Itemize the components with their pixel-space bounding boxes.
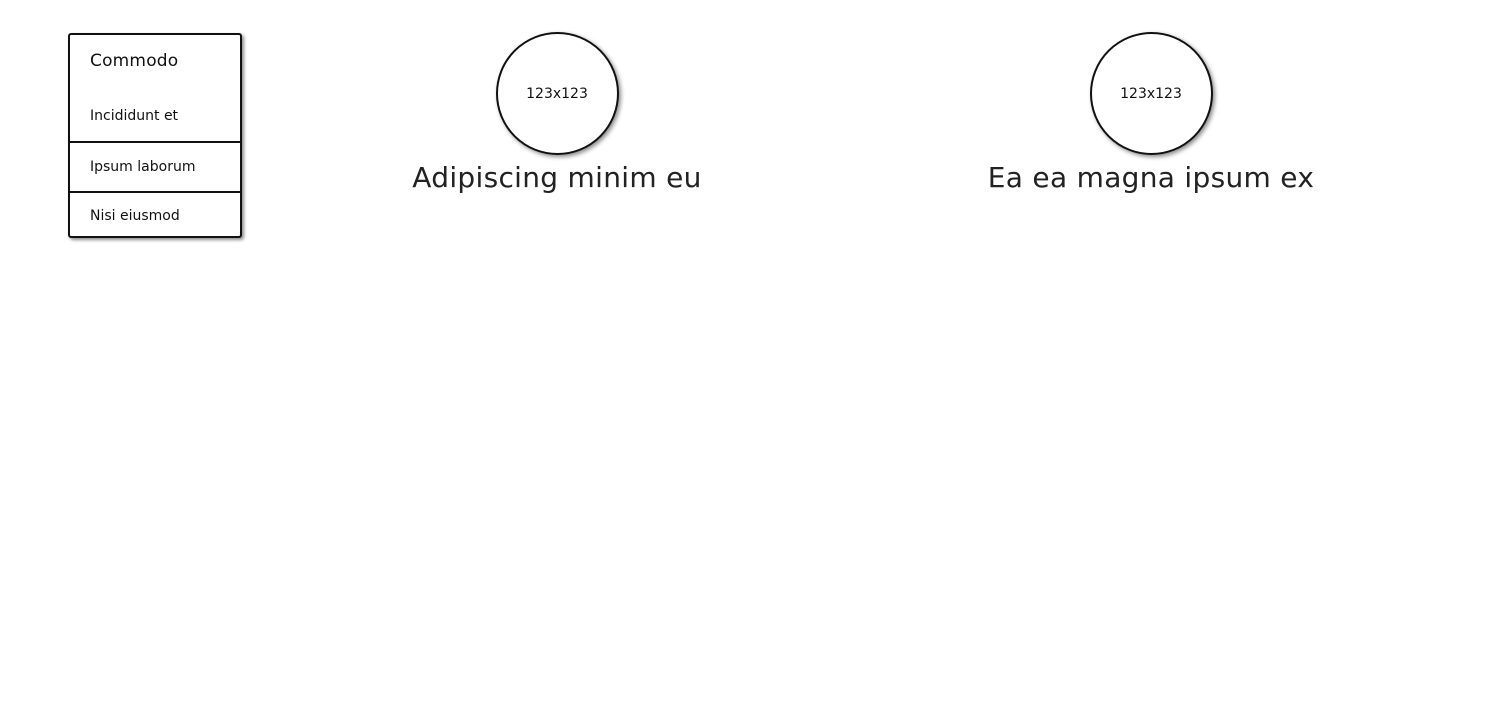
avatar: 123x123 [1089,32,1213,155]
profile-name: Ea ea magna ipsum ex [987,161,1315,194]
menu-title: Commodo [90,51,179,71]
avatar-placeholder-label: 123x123 [1120,85,1182,102]
avatar-placeholder-label: 123x123 [526,85,588,102]
menu-item-nisi-eiusmod[interactable]: Nisi eiusmod [70,191,240,238]
menu-item-ipsum-laborum[interactable]: Ipsum laborum [70,141,240,191]
menu-card: Commodo Incididunt et Ipsum laborum Nisi… [68,33,242,238]
profile-card-1: 123x123 Adipiscing minim eu [377,32,737,194]
profile-card-2: 123x123 Ea ea magna ipsum ex [971,32,1331,194]
menu-item-incididunt-et[interactable]: Incididunt et [70,91,240,141]
profile-name: Adipiscing minim eu [412,161,702,194]
avatar: 123x123 [495,32,619,155]
